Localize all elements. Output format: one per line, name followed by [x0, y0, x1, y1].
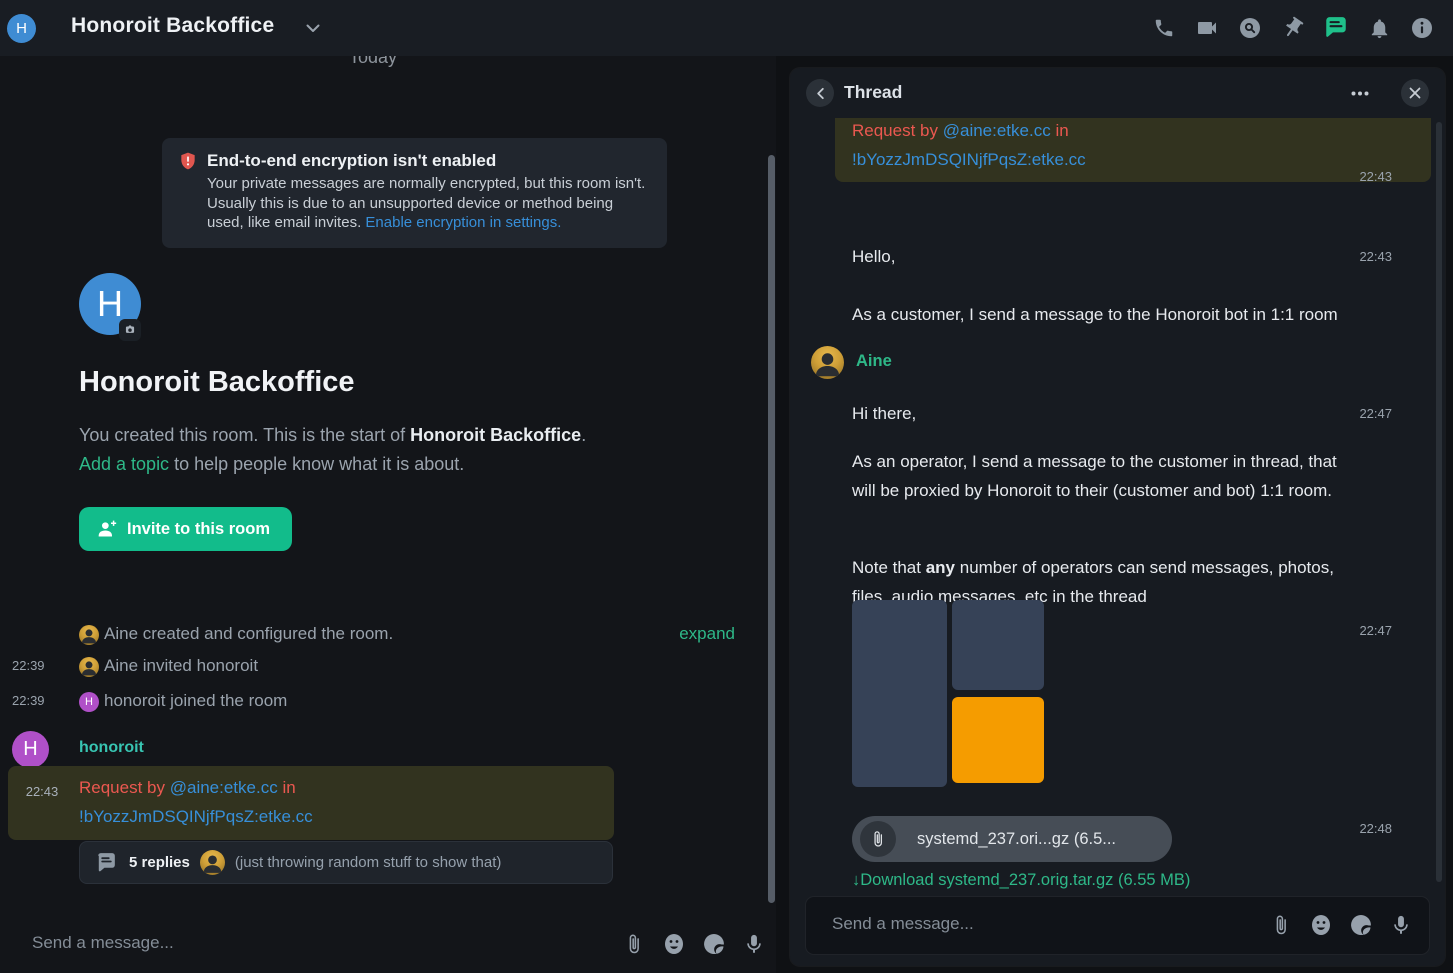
- sender-name[interactable]: Aine: [856, 352, 892, 371]
- avatar: [200, 850, 225, 875]
- paperclip-icon: [860, 821, 896, 857]
- emoji-icon[interactable]: [661, 931, 686, 956]
- thread-preview-text: (just throwing random stuff to show that…: [235, 854, 502, 871]
- thread-message-input[interactable]: [830, 913, 1234, 935]
- sticker-icon[interactable]: [701, 931, 726, 956]
- event-row-invited: 22:39 Aine invited honoroit: [0, 654, 776, 682]
- person-add-icon: [97, 519, 117, 539]
- message-text: Hello,: [852, 242, 1352, 271]
- app-root: H Honoroit Backoffice: [0, 0, 1453, 973]
- enable-encryption-link[interactable]: Enable encryption in settings.: [365, 214, 561, 231]
- encryption-notice: End-to-end encryption isn't enabled Your…: [162, 138, 667, 248]
- room-name-bold: Honoroit Backoffice: [410, 425, 581, 445]
- more-options-icon[interactable]: [1346, 79, 1374, 107]
- phone-icon[interactable]: [1151, 15, 1177, 41]
- thread-header: Thread: [790, 68, 1445, 118]
- main-scrollbar[interactable]: [768, 155, 775, 903]
- message-timestamp: 22:43: [1359, 249, 1392, 264]
- event-text: Aine created and configured the room.: [104, 624, 393, 644]
- expand-link[interactable]: expand: [679, 624, 735, 644]
- event-row-joined: 22:39 H honoroit joined the room: [0, 689, 776, 717]
- message-timestamp: 22:47: [1359, 406, 1392, 421]
- page-title: Honoroit Backoffice: [79, 366, 355, 399]
- camera-icon[interactable]: [119, 319, 141, 341]
- back-button[interactable]: [806, 79, 834, 107]
- message-text: Hi there,: [852, 399, 1352, 428]
- room-avatar-small[interactable]: H: [7, 14, 36, 43]
- user-mention-link[interactable]: @aine:etke.cc: [943, 121, 1051, 140]
- download-link[interactable]: ↓Download systemd_237.orig.tar.gz (6.55 …: [852, 871, 1190, 890]
- room-description: You created this room. This is the start…: [79, 421, 689, 479]
- top-bar: H Honoroit Backoffice: [0, 0, 1453, 56]
- thread-panel: Thread Request by @aine:etke.cc in !bYoz…: [790, 68, 1445, 966]
- thread-timeline: Request by @aine:etke.cc in !bYozzJmDSQI…: [790, 118, 1445, 897]
- event-row-created: Aine created and configured the room. ex…: [0, 622, 776, 650]
- message-timestamp: 22:47: [1359, 623, 1392, 638]
- emoji-icon[interactable]: [1308, 912, 1333, 937]
- event-timestamp: 22:39: [12, 693, 45, 708]
- file-name: systemd_237.ori...gz (6.5...: [917, 830, 1116, 849]
- thread-composer: [806, 897, 1429, 954]
- avatar[interactable]: H: [12, 731, 49, 768]
- highlighted-message[interactable]: 22:43 Request by @aine:etke.cc in !bYozz…: [8, 766, 614, 840]
- file-attachment[interactable]: systemd_237.ori...gz (6.5...: [852, 816, 1172, 862]
- thread-summary-card[interactable]: 5 replies (just throwing random stuff to…: [79, 841, 613, 884]
- room-title[interactable]: Honoroit Backoffice: [71, 14, 274, 38]
- attachment-icon[interactable]: [1268, 912, 1293, 937]
- message-timestamp: 22:48: [1359, 821, 1392, 836]
- highlighted-message[interactable]: Request by @aine:etke.cc in !bYozzJmDSQI…: [835, 118, 1431, 182]
- video-call-icon[interactable]: [1194, 15, 1220, 41]
- thread-scrollbar[interactable]: [1436, 122, 1442, 882]
- message-composer: [0, 916, 776, 973]
- info-icon[interactable]: [1409, 15, 1435, 41]
- bell-icon[interactable]: [1366, 15, 1392, 41]
- message-text: As a customer, I send a message to the H…: [852, 300, 1352, 329]
- message-input[interactable]: [30, 932, 594, 954]
- pin-icon[interactable]: [1280, 15, 1306, 41]
- event-text: honoroit joined the room: [104, 691, 287, 711]
- close-icon[interactable]: [1401, 79, 1429, 107]
- invite-button[interactable]: Invite to this room: [79, 507, 292, 551]
- top-bar-actions: [1151, 0, 1435, 56]
- chevron-down-icon[interactable]: [306, 24, 320, 33]
- avatar: H: [79, 692, 99, 712]
- message-timestamp: 22:43: [12, 777, 72, 806]
- microphone-icon[interactable]: [741, 931, 766, 956]
- microphone-icon[interactable]: [1388, 912, 1413, 937]
- event-text: Aine invited honoroit: [104, 656, 258, 676]
- room-avatar-letter: H: [16, 20, 27, 37]
- user-mention-link[interactable]: @aine:etke.cc: [170, 778, 278, 797]
- threads-icon[interactable]: [1323, 15, 1349, 41]
- sender-name[interactable]: honoroit: [79, 739, 144, 757]
- chat-bubble-icon: [94, 850, 119, 875]
- search-icon[interactable]: [1237, 15, 1263, 41]
- message-text: As an operator, I send a message to the …: [852, 447, 1352, 505]
- image-block-orange: [952, 697, 1044, 783]
- shield-warning-icon: [178, 151, 198, 171]
- event-timestamp: 22:39: [12, 658, 45, 673]
- image-block-left: [852, 600, 947, 787]
- room-id-link[interactable]: !bYozzJmDSQINjfPqsZ:etke.cc: [852, 150, 1086, 169]
- avatar[interactable]: [811, 346, 844, 379]
- avatar: [79, 657, 99, 677]
- room-id-link[interactable]: !bYozzJmDSQINjfPqsZ:etke.cc: [79, 807, 313, 826]
- image-block-top-right: [952, 600, 1044, 690]
- bold-any: any: [926, 558, 955, 577]
- main-timeline: Today End-to-end encryption isn't enable…: [0, 56, 776, 973]
- encryption-notice-title: End-to-end encryption isn't enabled: [207, 151, 496, 171]
- avatar: [79, 625, 99, 645]
- sticker-icon[interactable]: [1348, 912, 1373, 937]
- attachment-icon[interactable]: [621, 931, 646, 956]
- reply-count: 5 replies: [129, 854, 190, 871]
- add-topic-link[interactable]: Add a topic: [79, 454, 169, 474]
- message-timestamp: 22:43: [1359, 169, 1392, 184]
- thread-title: Thread: [844, 82, 902, 103]
